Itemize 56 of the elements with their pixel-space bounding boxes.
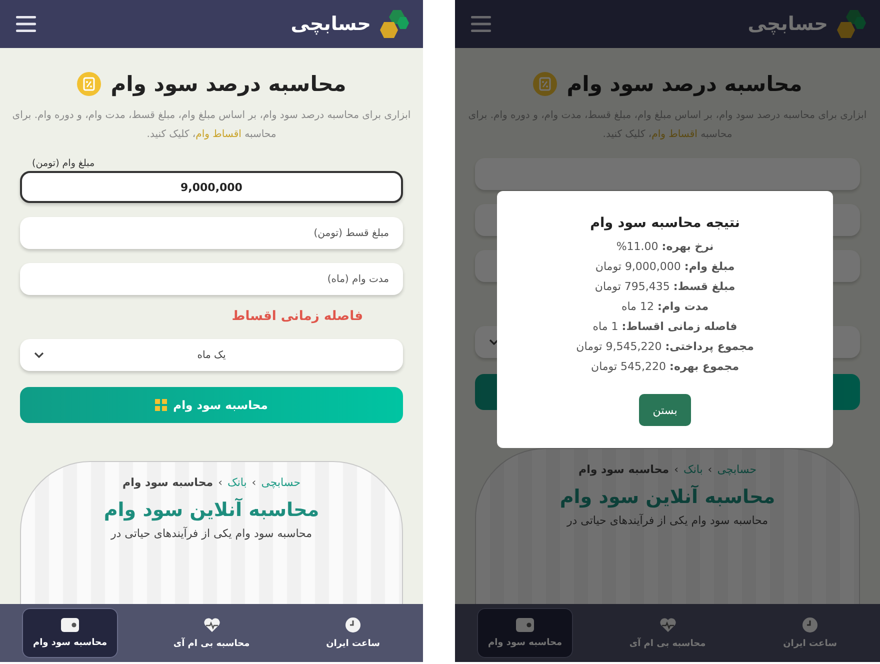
page-title: محاسبه درصد سود وام — [110, 72, 346, 96]
calculate-button[interactable]: محاسبه سود وام — [20, 387, 403, 423]
input-field[interactable]: 9,000,000 — [20, 171, 403, 203]
percent-document-icon — [532, 72, 557, 96]
logo-text[interactable]: حسابچی — [748, 13, 828, 35]
wallet-icon — [61, 618, 79, 632]
hexagon-logo-icon — [379, 9, 409, 39]
logo-text[interactable]: حسابچی — [290, 13, 371, 35]
input-field[interactable] — [475, 158, 860, 190]
clock-icon — [345, 617, 361, 633]
breadcrumb-link[interactable]: حسابچی — [717, 463, 756, 476]
breadcrumb-separator: › — [252, 476, 256, 489]
menu-icon[interactable] — [16, 16, 36, 32]
nav-tab[interactable]: محاسبه سود وام — [22, 608, 118, 658]
nav-tab[interactable]: ساعت ایران — [762, 608, 858, 658]
dropdown-select[interactable]: یک ماه — [20, 339, 403, 371]
result-line: مجموع پرداختی: 9,545,220 تومان — [576, 340, 754, 353]
heart-pulse-icon — [658, 617, 676, 633]
percent-document-icon — [76, 72, 101, 96]
article-text: محاسبه سود وام یکی از فرآیندهای حیاتی در — [110, 527, 312, 540]
chevron-down-icon — [34, 352, 44, 358]
heart-pulse-icon — [202, 617, 220, 633]
breadcrumb-current: محاسبه سود وام — [578, 463, 670, 476]
result-line: مدت وام: 12 ماه — [621, 300, 709, 313]
breadcrumb-link[interactable]: بانک — [683, 463, 703, 476]
dialog-title: نتیجه محاسبه سود وام — [590, 215, 740, 231]
calculator-icon — [155, 399, 168, 411]
input-field[interactable]: مبلغ قسط (تومن) — [20, 217, 403, 249]
chevron-down-icon — [489, 339, 499, 345]
installments-link[interactable]: اقساط وام — [196, 129, 242, 140]
hexagon-logo-icon — [836, 9, 866, 39]
breadcrumb-current: محاسبه سود وام — [122, 476, 214, 489]
close-button[interactable]: بستن — [639, 394, 691, 426]
wallet-icon — [516, 618, 534, 632]
input-field[interactable]: مدت وام (ماه) — [20, 263, 403, 295]
result-line: مبلغ قسط: 795,435 تومان — [594, 280, 736, 293]
article-text: محاسبه سود وام یکی از فرآیندهای حیاتی در — [566, 514, 768, 527]
article-heading: محاسبه آنلاین سود وام — [560, 486, 776, 508]
description-text: ابزاری برای محاسبه درصد سود وام، بر اساس مبلغ وام، مبلغ قسط، مدت وام، و دوره وام. برای محاسبه اقساط وام، کلیک کنید. — [12, 109, 411, 142]
result-line: مبلغ وام: 9,000,000 تومان — [595, 260, 735, 273]
breadcrumb-separator: › — [674, 463, 678, 476]
breadcrumb-separator: › — [708, 463, 712, 476]
breadcrumb-link[interactable]: بانک — [227, 476, 247, 489]
page-title: محاسبه درصد سود وام — [566, 72, 802, 96]
nav-tab[interactable]: ساعت ایران — [305, 608, 401, 658]
nav-tab[interactable]: محاسبه سود وام — [477, 608, 573, 658]
field-label: مبلغ وام (تومن) — [32, 158, 95, 169]
section-label: فاصله زمانی اقساط — [232, 309, 363, 325]
article-heading: محاسبه آنلاین سود وام — [104, 499, 320, 521]
result-line: مجموع بهره: 545,220 تومان — [590, 360, 740, 373]
breadcrumb-link[interactable]: حسابچی — [261, 476, 300, 489]
result-line: فاصله زمانی اقساط: 1 ماه — [592, 320, 738, 333]
nav-tab[interactable]: محاسبه بی ام آی — [620, 608, 716, 658]
clock-icon — [802, 617, 818, 633]
nav-tab[interactable]: محاسبه بی ام آی — [164, 608, 260, 658]
breadcrumb-separator: › — [218, 476, 222, 489]
